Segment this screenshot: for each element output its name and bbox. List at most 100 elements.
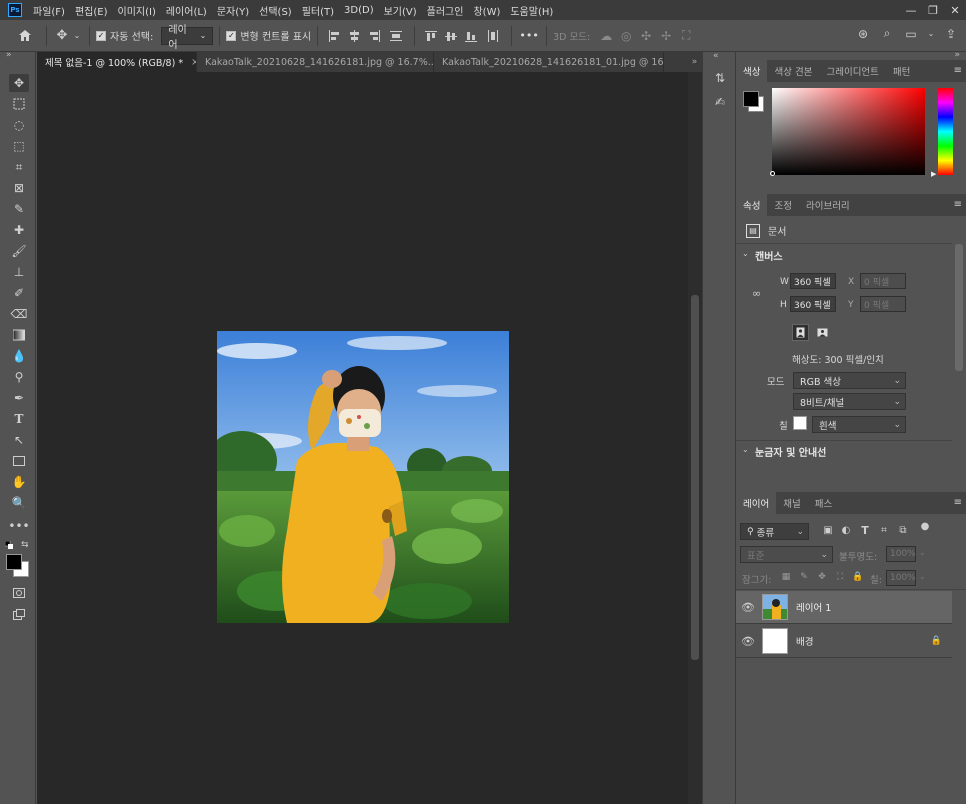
filter-pixel-icon[interactable]: ▣ xyxy=(821,525,835,536)
pen-tool-icon[interactable]: ✒ xyxy=(9,389,29,407)
type-tool-icon[interactable]: T xyxy=(9,410,29,428)
default-colors-icon[interactable] xyxy=(4,540,13,549)
menu-file[interactable]: 파일(F) xyxy=(28,3,70,18)
link-dimensions-icon[interactable]: ∞ xyxy=(752,287,761,300)
workspace-icon[interactable]: ▭ xyxy=(902,27,920,41)
tab-layers[interactable]: 레이어 xyxy=(736,492,777,514)
canvas-area[interactable] xyxy=(37,72,688,804)
menu-image[interactable]: 이미지(I) xyxy=(113,3,161,18)
tab-channels[interactable]: 채널 xyxy=(776,492,807,514)
3d-pan-icon[interactable]: ✣ xyxy=(636,29,656,43)
auto-select-dropdown[interactable]: 레이어 ⌄ xyxy=(161,25,214,51)
transform-controls-checkbox[interactable]: ✓ xyxy=(226,30,237,41)
menu-3d[interactable]: 3D(D) xyxy=(339,5,379,16)
export-icon[interactable]: ⇪ xyxy=(942,27,960,41)
eyedropper-tool-icon[interactable]: ✎ xyxy=(9,200,29,218)
lock-all-icon[interactable]: 🔒 xyxy=(852,572,864,582)
color-mode-select[interactable]: RGB 색상 ⌄ xyxy=(793,372,906,389)
x-field[interactable]: 0 픽셀 xyxy=(860,273,906,289)
menu-edit[interactable]: 편집(E) xyxy=(70,3,113,18)
clone-stamp-tool-icon[interactable]: ⊥ xyxy=(9,263,29,281)
eraser-tool-icon[interactable]: ⌫ xyxy=(9,305,29,323)
home-icon[interactable] xyxy=(10,29,40,42)
chevron-down-icon[interactable]: ⌄ xyxy=(71,31,83,40)
align-left-icon[interactable] xyxy=(324,29,344,42)
filter-toggle-icon[interactable]: ● xyxy=(920,521,930,532)
color-foreground-swatch[interactable] xyxy=(743,91,759,107)
align-bottom-icon[interactable] xyxy=(461,30,481,42)
blur-tool-icon[interactable]: 💧 xyxy=(9,347,29,365)
tab-swatches[interactable]: 색상 견본 xyxy=(767,60,819,82)
workspace-chevron-icon[interactable]: ⌄ xyxy=(926,29,936,38)
tab-paths[interactable]: 패스 xyxy=(808,492,839,514)
height-field[interactable]: 360 픽셀 xyxy=(790,296,836,312)
history-panel-icon[interactable]: ⇅ xyxy=(710,68,730,88)
lock-image-icon[interactable]: ✎ xyxy=(798,572,810,582)
tab-adjustments[interactable]: 조정 xyxy=(767,194,798,216)
layer-filter-select[interactable]: ⚲ 종류 ⌄ xyxy=(740,523,809,540)
gradient-tool-icon[interactable] xyxy=(9,326,29,344)
eye-icon[interactable]: 👁 xyxy=(736,601,760,614)
tab-libraries[interactable]: 라이브러리 xyxy=(799,194,857,216)
expand-panels-icon[interactable]: « xyxy=(713,51,719,61)
landscape-orientation-icon[interactable] xyxy=(814,324,831,341)
tab-gradients[interactable]: 그레이디언트 xyxy=(819,60,885,82)
y-field[interactable]: 0 픽셀 xyxy=(860,296,906,312)
frame-tool-icon[interactable]: ⊠ xyxy=(9,179,29,197)
panel-menu-icon[interactable]: ≡ xyxy=(954,65,962,76)
move-tool-icon[interactable]: ✥ xyxy=(53,28,71,43)
path-select-tool-icon[interactable]: ↖ xyxy=(9,431,29,449)
3d-scale-icon[interactable]: ⛶ xyxy=(676,28,696,43)
color-field[interactable] xyxy=(772,88,925,175)
tab-untitled-1[interactable]: 제목 없음-1 @ 100% (RGB/8) *× xyxy=(37,52,197,72)
move-tool-icon[interactable]: ✥ xyxy=(9,74,29,92)
auto-select-checkbox[interactable]: ✓ xyxy=(96,30,106,41)
more-options-button[interactable]: ••• xyxy=(518,29,540,42)
menu-select[interactable]: 선택(S) xyxy=(254,3,297,18)
chevron-down-icon[interactable]: ⌄ xyxy=(742,249,749,258)
blend-mode-select[interactable]: 표준 ⌄ xyxy=(740,546,833,563)
filter-type-icon[interactable]: T xyxy=(858,524,872,537)
hue-slider[interactable] xyxy=(938,88,953,175)
tab-kakaotalk-2[interactable]: KakaoTalk_20210628_141626181_01.jpg @ 16… xyxy=(434,52,664,72)
marquee-tool-icon[interactable] xyxy=(9,95,29,113)
align-center-icon[interactable] xyxy=(344,29,364,42)
swap-colors-icon[interactable]: ⇆ xyxy=(21,540,29,550)
width-field[interactable]: 360 픽셀 xyxy=(790,273,836,289)
chevron-down-icon[interactable]: ⌄ xyxy=(742,445,749,454)
tab-properties[interactable]: 속성 xyxy=(736,194,768,216)
eye-icon[interactable]: 👁 xyxy=(736,635,760,648)
3d-orbit-icon[interactable]: ☁ xyxy=(596,29,616,43)
properties-scrollbar[interactable] xyxy=(955,244,963,371)
3d-roll-icon[interactable]: ◎ xyxy=(616,29,636,43)
lock-artboard-icon[interactable]: ⛶ xyxy=(834,572,846,582)
healing-brush-tool-icon[interactable]: ✚ xyxy=(9,221,29,239)
opacity-field[interactable]: 100% xyxy=(886,546,916,562)
portrait-orientation-icon[interactable] xyxy=(792,324,809,341)
tab-kakaotalk-1[interactable]: KakaoTalk_20210628_141626181.jpg @ 16.7%… xyxy=(197,52,434,72)
menu-plugins[interactable]: 플러그인 xyxy=(422,3,469,18)
fill-color-swatch[interactable] xyxy=(793,416,807,430)
scrollbar-thumb[interactable] xyxy=(691,295,699,660)
chevron-down-icon[interactable]: ⌄ xyxy=(919,548,926,557)
chevron-down-icon[interactable]: ⌄ xyxy=(919,572,926,581)
menu-type[interactable]: 문자(Y) xyxy=(212,3,254,18)
close-window-button[interactable]: ✕ xyxy=(944,0,966,20)
lock-transparent-icon[interactable]: ▦ xyxy=(780,572,792,582)
share-icon[interactable]: ⊛ xyxy=(854,27,872,41)
hue-slider-marker[interactable]: ▶ xyxy=(931,170,936,178)
edit-toolbar-icon[interactable]: ••• xyxy=(8,517,29,535)
search-icon[interactable]: ⌕ xyxy=(878,26,896,41)
tab-overflow-icon[interactable]: » xyxy=(687,52,702,72)
tab-color[interactable]: 색상 xyxy=(736,60,768,82)
menu-filter[interactable]: 필터(T) xyxy=(297,3,339,18)
collapse-toolbar-icon[interactable]: » xyxy=(6,50,12,60)
foreground-color-swatch[interactable] xyxy=(6,554,22,570)
align-right-icon[interactable] xyxy=(364,29,384,42)
bit-depth-select[interactable]: 8비트/채널 ⌄ xyxy=(793,393,906,410)
align-top-icon[interactable] xyxy=(421,30,441,42)
lasso-tool-icon[interactable]: ◌ xyxy=(9,116,29,134)
layer-row[interactable]: 👁 레이어 1 xyxy=(736,591,952,624)
restore-button[interactable]: ❐ xyxy=(922,0,944,20)
layer-row[interactable]: 👁 배경 🔒 xyxy=(736,625,952,658)
